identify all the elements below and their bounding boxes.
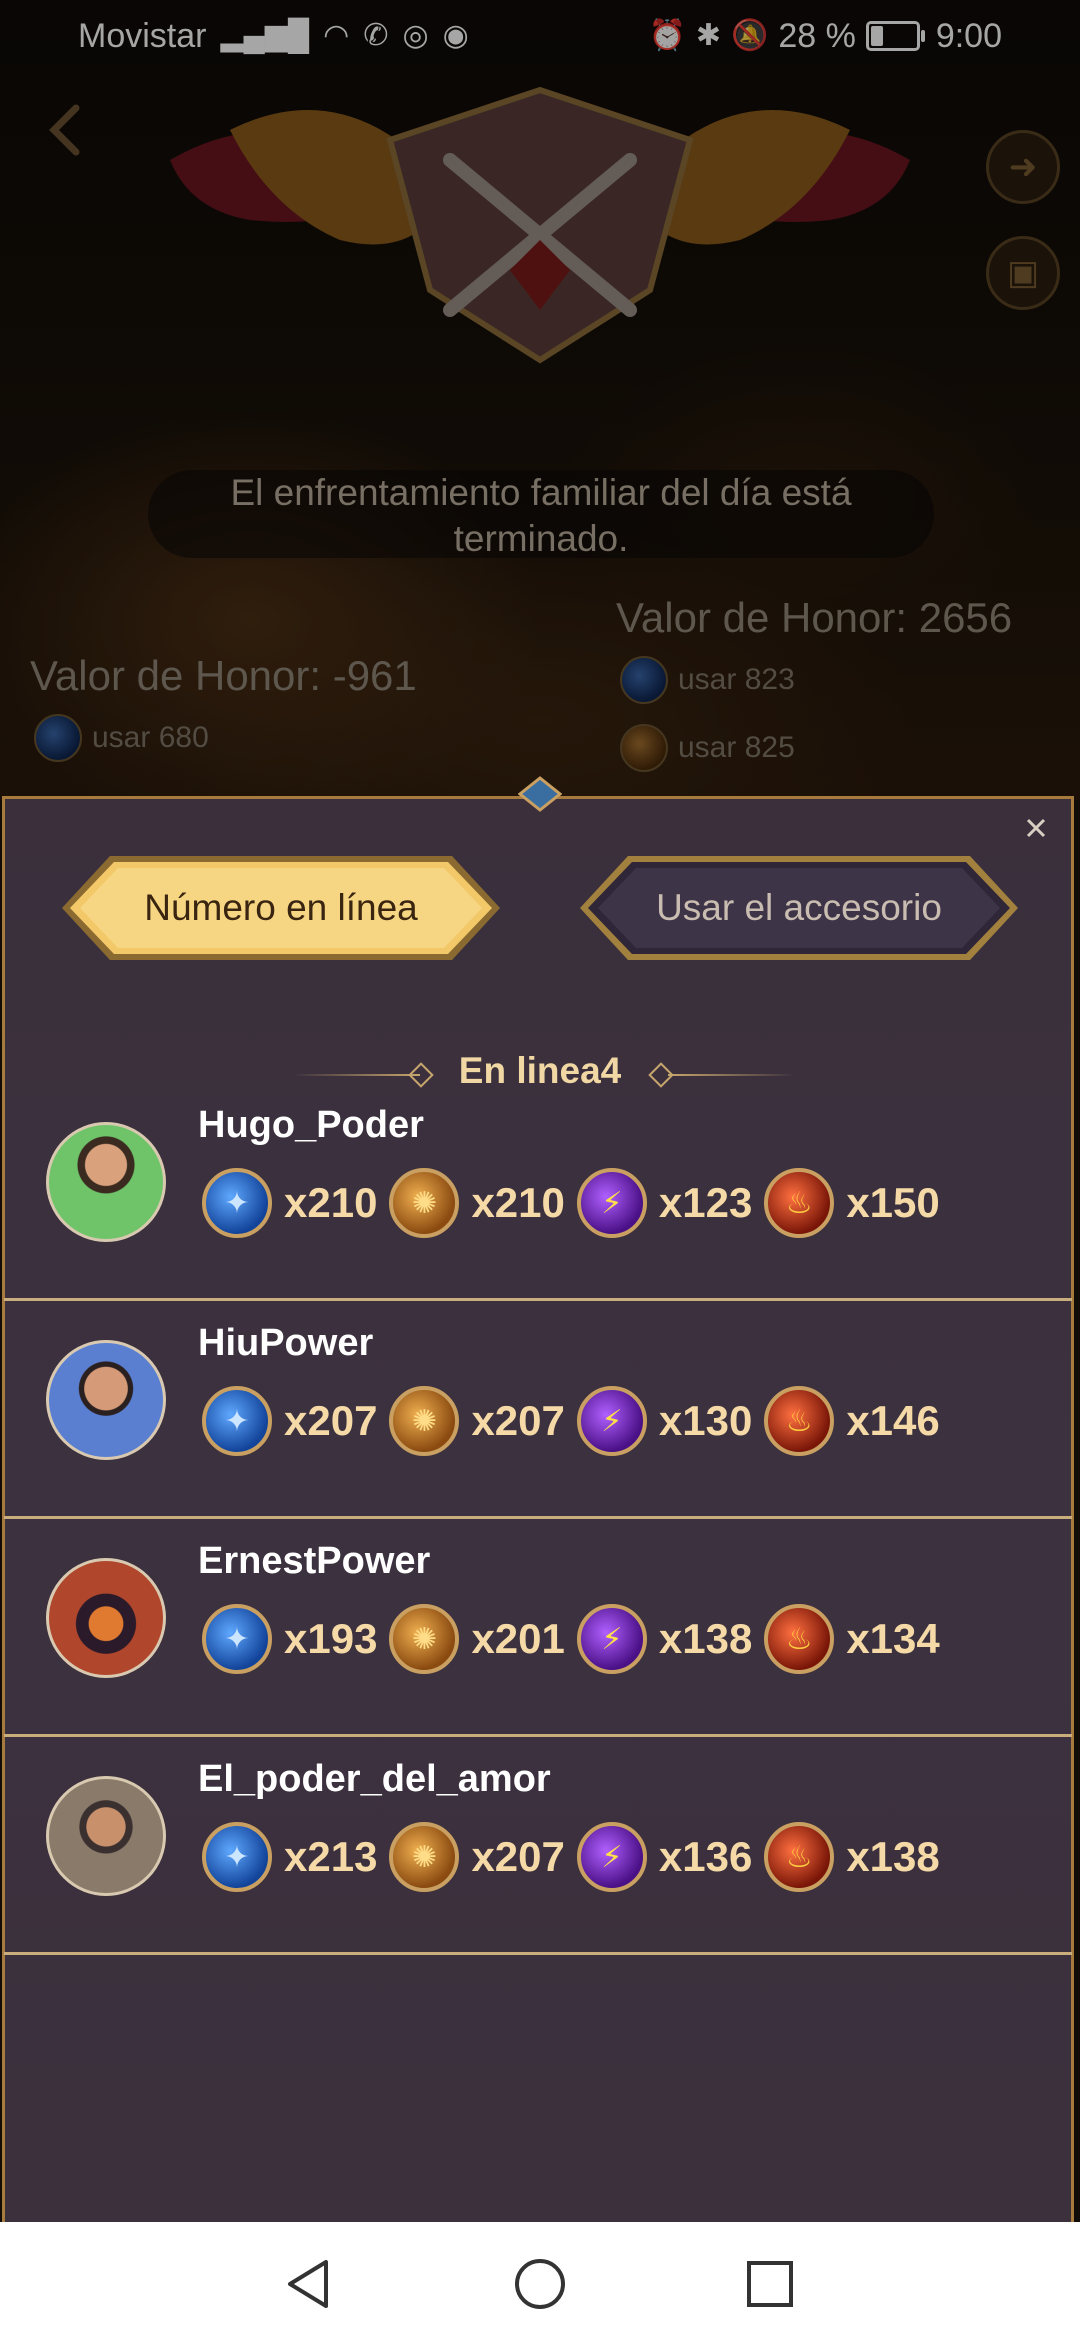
member-items: ✦ x210 ✺ x210 ⚡ x123 ♨ x150 (202, 1168, 952, 1238)
title-line-right (668, 1074, 796, 1076)
tab-label: Número en línea (144, 887, 418, 928)
member-row[interactable]: El_poder_del_amor ✦ x213 ✺ x207 ⚡ x136 ♨ x13… (4, 1734, 1072, 1955)
tab-online-number[interactable]: Número en línea (58, 852, 504, 964)
purple-orb-icon: ⚡ (576, 1822, 647, 1892)
nav-home-icon[interactable] (512, 2256, 568, 2312)
red-flame-orb-icon: ♨ (764, 1168, 835, 1238)
modal-scrim[interactable] (0, 0, 1080, 800)
member-items: ✦ x193 ✺ x201 ⚡ x138 ♨ x134 (202, 1604, 952, 1674)
red-flame-orb-icon: ♨ (764, 1604, 835, 1674)
close-icon (1026, 818, 1046, 838)
tab-label: Usar el accesorio (656, 887, 942, 928)
panel-gem-ornament-icon (518, 776, 562, 812)
system-nav-bar (0, 2222, 1080, 2340)
blue-orb-icon: ✦ (202, 1604, 272, 1674)
purple-orb-icon: ⚡ (576, 1168, 647, 1238)
purple-orb-icon: ⚡ (576, 1386, 647, 1456)
member-row[interactable]: HiuPower ✦ x207 ✺ x207 ⚡ x130 ♨ x146 (4, 1298, 1072, 1519)
gold-orb-icon: ✺ (389, 1604, 460, 1674)
member-name: HiuPower (198, 1322, 374, 1364)
nav-back-icon[interactable] (282, 2256, 338, 2312)
avatar (46, 1122, 166, 1242)
purple-orb-icon: ⚡ (576, 1604, 647, 1674)
avatar (46, 1340, 166, 1460)
member-name: Hugo_Poder (198, 1104, 424, 1146)
member-row[interactable]: ErnestPower ✦ x193 ✺ x201 ⚡ x138 ♨ x134 (4, 1516, 1072, 1737)
gold-orb-icon: ✺ (389, 1822, 460, 1892)
member-row[interactable]: Hugo_Poder ✦ x210 ✺ x210 ⚡ x123 ♨ x150 (4, 1080, 1072, 1301)
tab-use-accessory[interactable]: Usar el accesorio (576, 852, 1022, 964)
red-flame-orb-icon: ♨ (764, 1386, 835, 1456)
nav-recents-icon[interactable] (742, 2256, 798, 2312)
blue-orb-icon: ✦ (202, 1386, 272, 1456)
blue-orb-icon: ✦ (202, 1822, 272, 1892)
gold-orb-icon: ✺ (389, 1386, 460, 1456)
red-flame-orb-icon: ♨ (764, 1822, 835, 1892)
gold-orb-icon: ✺ (389, 1168, 460, 1238)
avatar (46, 1776, 166, 1896)
blue-orb-icon: ✦ (202, 1168, 272, 1238)
member-items: ✦ x213 ✺ x207 ⚡ x136 ♨ x138 (202, 1822, 952, 1892)
member-name: El_poder_del_amor (198, 1758, 551, 1800)
avatar (46, 1558, 166, 1678)
member-name: ErnestPower (198, 1540, 431, 1582)
close-button[interactable] (1020, 812, 1052, 844)
member-items: ✦ x207 ✺ x207 ⚡ x130 ♨ x146 (202, 1386, 952, 1456)
